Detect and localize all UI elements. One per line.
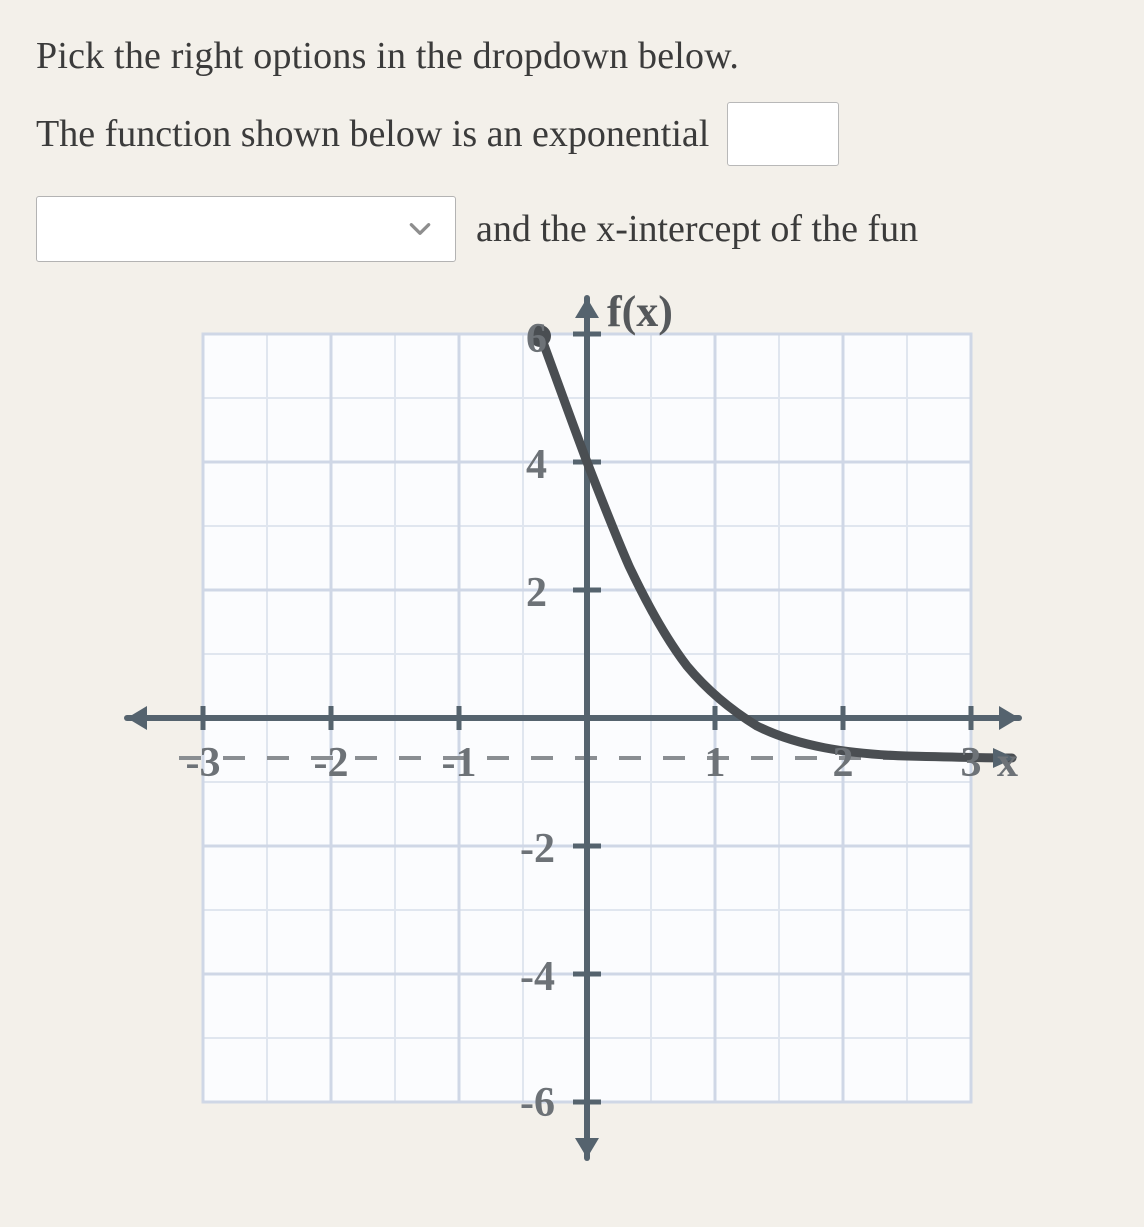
svg-text:4: 4 [526, 442, 547, 488]
instruction-text: Pick the right options in the dropdown b… [36, 34, 1108, 78]
axis-label-fx: f(x) [607, 287, 673, 336]
svg-text:6: 6 [526, 316, 547, 362]
svg-text:-2: -2 [520, 826, 555, 872]
chevron-down-icon [405, 214, 435, 244]
svg-text:-1: -1 [442, 740, 477, 786]
svg-text:-2: -2 [314, 740, 349, 786]
svg-text:3: 3 [961, 740, 982, 786]
sentence-part-a: The function shown below is an exponenti… [36, 112, 709, 156]
function-graph: f(x) x 2 4 6 -2 -4 -6 -3 -2 -1 1 2 3 [107, 286, 1037, 1176]
sentence-part-b: and the x-intercept of the fun [476, 207, 918, 251]
svg-text:2: 2 [526, 570, 547, 616]
svg-text:1: 1 [705, 740, 726, 786]
svg-text:-6: -6 [520, 1080, 555, 1126]
axis-label-x: x [997, 740, 1018, 786]
dropdown-asymptote[interactable] [36, 196, 456, 262]
dropdown-blank-1[interactable] [727, 102, 839, 166]
svg-text:-4: -4 [520, 954, 555, 1000]
svg-text:-3: -3 [186, 740, 221, 786]
svg-text:2: 2 [833, 740, 854, 786]
